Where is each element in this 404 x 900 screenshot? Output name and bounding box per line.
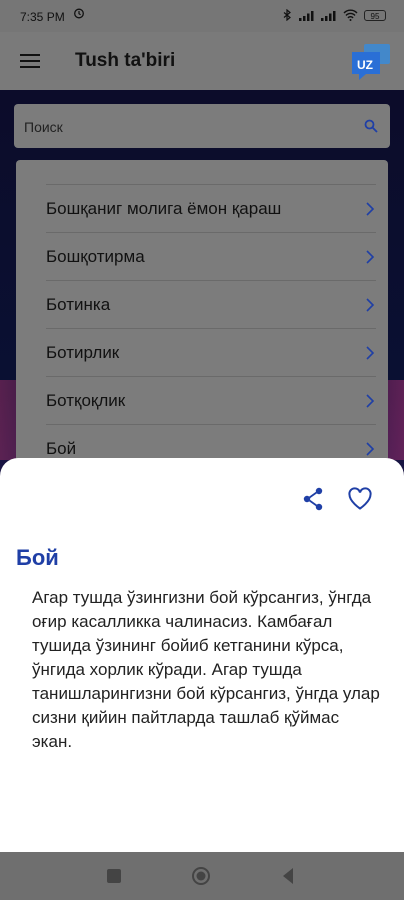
list-divider-top [46, 160, 376, 184]
wifi-icon [343, 9, 358, 21]
list-item-label: Ботирлик [46, 343, 120, 362]
list-item-label: Ботинка [46, 295, 111, 314]
status-time: 7:35 PM [20, 10, 65, 24]
list-item[interactable]: Ботинка [46, 280, 376, 329]
search-box[interactable] [14, 104, 390, 150]
list-item[interactable]: Бошқотирма [46, 232, 376, 281]
home-button[interactable] [191, 866, 211, 886]
list-item-label: Бой [46, 439, 77, 458]
search-icon[interactable] [364, 119, 378, 133]
bluetooth-icon [283, 9, 291, 21]
word-list: Бошқаниг молига ёмон қараш Бошқотирма Бо… [16, 160, 388, 480]
menu-icon[interactable] [20, 54, 40, 68]
chevron-right-icon [366, 298, 375, 312]
system-nav-bar [0, 852, 404, 900]
uz-logo: UZ [352, 44, 390, 80]
app-title: Tush ta'biri [75, 50, 176, 71]
signal-icon-2 [321, 10, 336, 21]
signal-icon [299, 10, 314, 21]
recent-apps-button[interactable] [107, 869, 121, 883]
chevron-right-icon [366, 250, 375, 264]
search-input[interactable] [22, 104, 356, 150]
list-item[interactable]: Ботирлик [46, 328, 376, 377]
word-title: Бой [16, 545, 59, 570]
battery-indicator: 95 [364, 9, 386, 21]
alarm-icon [74, 8, 84, 19]
app-bar: Tush ta'biri UZ [0, 32, 404, 90]
list-item-label: Бошқотирма [46, 247, 145, 266]
chevron-right-icon [366, 202, 375, 216]
list-item-label: Ботқоқлик [46, 391, 126, 410]
heart-icon[interactable] [347, 487, 373, 511]
word-definition: Агар тушда ўзингизни бой кўрсангиз, ўнгд… [32, 588, 380, 751]
chevron-right-icon [366, 394, 375, 408]
back-button[interactable] [281, 867, 295, 885]
logo-text: UZ [357, 58, 373, 72]
chevron-right-icon [366, 442, 375, 456]
list-item-label: Бошқаниг молига ёмон қараш [46, 199, 282, 218]
chevron-right-icon [366, 346, 375, 360]
share-icon[interactable] [302, 487, 324, 511]
list-item[interactable]: Ботқоқлик [46, 376, 376, 425]
list-item[interactable]: Бошқаниг молига ёмон қараш [46, 184, 376, 233]
status-bar: 7:35 PM 95 [0, 0, 404, 32]
